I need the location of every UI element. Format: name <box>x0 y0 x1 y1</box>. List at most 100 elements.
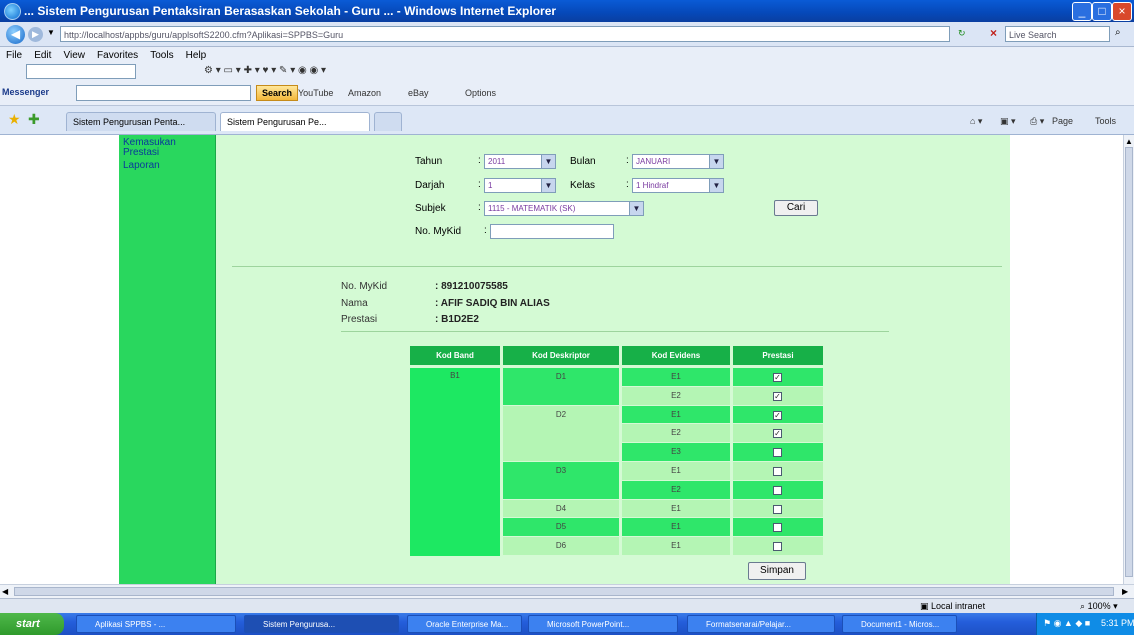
toolbar-link-ebay[interactable]: eBay <box>408 88 429 98</box>
menu-favorites[interactable]: Favorites <box>97 50 138 61</box>
prestasi-table: B1 D1 D2 D3 D4 D5 D6 E1 ✓ E2 ✓ E1 ✓ E2 ✓ E3 E1 E2 E1 E1 E1 <box>216 135 1010 584</box>
toolbar-search-input[interactable] <box>26 64 136 79</box>
prestasi-checkbox[interactable] <box>773 467 782 476</box>
prestasi-checkbox[interactable] <box>773 542 782 552</box>
tab-2[interactable]: Sistem Pengurusan Pe... <box>220 112 370 131</box>
main-panel: Tahun : 2011 ▼ Bulan : JANUARI ▼ Darjah : … <box>216 135 1010 584</box>
prestasi-checkbox[interactable] <box>773 485 782 495</box>
toolbar-link-amazon[interactable]: Amazon <box>348 88 381 98</box>
taskbar-item[interactable]: Aplikasi SPPBS - ... <box>76 615 236 633</box>
prestasi-checkbox[interactable]: ✓ <box>773 391 782 401</box>
toolbar-search-button[interactable]: Search <box>256 85 299 101</box>
horizontal-scrollbar[interactable]: ◀ ▶ <box>0 584 1134 599</box>
taskbar-item[interactable]: Microsoft PowerPoint... <box>528 615 678 633</box>
clock: 5:31 PM <box>1101 618 1134 628</box>
menu-edit[interactable]: Edit <box>34 50 51 61</box>
close-button[interactable]: × <box>1112 2 1132 21</box>
history-dropdown-icon[interactable]: ▼ <box>47 28 55 37</box>
taskbar-item[interactable]: Oracle Enterprise Ma... <box>407 615 522 633</box>
taskbar: start ⚑ ◉ ▲ ◆ ■ 5:31 PM Aplikasi SPPBS -… <box>0 613 1134 635</box>
evidens-cell: E1 <box>622 499 730 518</box>
intranet-icon: ▣ <box>920 601 929 611</box>
links-toolbar: Messenger Search YouTube Amazon eBay Opt… <box>0 81 1134 106</box>
refresh-icon[interactable]: ↻ <box>958 28 966 39</box>
prestasi-cell <box>733 480 823 499</box>
scroll-left-icon[interactable]: ◀ <box>2 587 8 596</box>
favorites-star-icon[interactable]: ★ <box>8 111 21 128</box>
vertical-scrollbar[interactable]: ▲ <box>1123 135 1134 584</box>
prestasi-checkbox[interactable] <box>773 448 782 458</box>
band-cell: B1 <box>410 368 500 556</box>
tools-menu[interactable]: Tools <box>1095 116 1116 126</box>
toolbar-icons[interactable]: ⚙ ▾ ▭ ▾ ✚ ▾ ♥ ▾ ✎ ▾ ◉ ◉ ▾ <box>204 65 326 76</box>
hscroll-thumb[interactable] <box>14 587 1114 596</box>
google-toolbar: ⚙ ▾ ▭ ▾ ✚ ▾ ♥ ▾ ✎ ▾ ◉ ◉ ▾ <box>0 63 1134 81</box>
menu-view[interactable]: View <box>63 50 85 61</box>
prestasi-checkbox[interactable]: ✓ <box>773 429 782 439</box>
start-button[interactable]: start <box>0 613 64 635</box>
prestasi-checkbox[interactable]: ✓ <box>773 410 782 420</box>
sidebar-item-laporan[interactable]: Laporan <box>123 161 213 171</box>
deskriptor-cell: D4 <box>503 499 619 518</box>
print-icon[interactable]: ⎙ ▾ <box>1030 116 1044 127</box>
prestasi-cell <box>733 499 823 518</box>
tray-icons[interactable]: ⚑ ◉ ▲ ◆ ■ <box>1043 618 1090 629</box>
taskbar-item[interactable]: Document1 - Micros... <box>842 615 957 633</box>
toolbar2-search-input[interactable] <box>76 85 251 101</box>
system-tray: ⚑ ◉ ▲ ◆ ■ 5:31 PM <box>1036 613 1134 635</box>
search-icon[interactable]: ⌕ <box>1115 27 1121 38</box>
new-tab-button[interactable] <box>374 112 402 131</box>
zoom-level[interactable]: ⌕ 100% ▾ <box>1080 601 1118 612</box>
evidens-cell: E1 <box>622 518 730 537</box>
home-icon[interactable]: ⌂ ▾ <box>970 116 982 127</box>
menu-file[interactable]: File <box>6 50 22 61</box>
deskriptor-cell: D2 <box>503 405 619 461</box>
sidebar: Kemasukan Prestasi Laporan <box>119 135 216 584</box>
prestasi-cell: ✓ <box>733 405 823 424</box>
evidens-cell: E2 <box>622 386 730 405</box>
scroll-right-icon[interactable]: ▶ <box>1122 587 1128 596</box>
toolbar-options[interactable]: Options <box>465 88 496 98</box>
deskriptor-cell: D1 <box>503 368 619 405</box>
taskbar-item[interactable]: Formatsenarai/Pelajar... <box>687 615 835 633</box>
deskriptor-cell: D5 <box>503 518 619 537</box>
window-titlebar[interactable]: ... Sistem Pengurusan Pentaksiran Berasa… <box>0 0 1134 22</box>
prestasi-cell: ✓ <box>733 424 823 443</box>
tab-1[interactable]: Sistem Pengurusan Penta... <box>66 112 216 131</box>
prestasi-checkbox[interactable] <box>773 504 782 514</box>
forward-button[interactable]: ▶ <box>28 27 43 42</box>
page-menu[interactable]: Page <box>1052 116 1073 126</box>
prestasi-cell <box>733 537 823 555</box>
scroll-thumb[interactable] <box>1125 147 1133 577</box>
zone-indicator: ▣ Local intranet <box>920 601 986 611</box>
toolbar-link-youtube[interactable]: YouTube <box>298 88 333 98</box>
prestasi-cell: ✓ <box>733 386 823 405</box>
add-favorites-icon[interactable]: ✚ <box>28 111 40 128</box>
zoom-icon: ⌕ <box>1080 601 1086 611</box>
simpan-button[interactable]: Simpan <box>748 562 806 580</box>
scroll-up-icon[interactable]: ▲ <box>1125 137 1133 146</box>
evidens-cell: E2 <box>622 480 730 499</box>
maximize-button[interactable]: □ <box>1092 2 1112 21</box>
stop-icon[interactable]: × <box>990 26 997 40</box>
menu-help[interactable]: Help <box>186 50 207 61</box>
search-input[interactable]: Live Search <box>1005 26 1110 42</box>
menu-tools[interactable]: Tools <box>150 50 173 61</box>
prestasi-cell <box>733 462 823 480</box>
sidebar-item-kemasukan-prestasi[interactable]: Kemasukan Prestasi <box>123 138 213 158</box>
evidens-cell: E3 <box>622 443 730 461</box>
address-bar: ◀ ▶ ▼ http://localhost/appbs/guru/applso… <box>0 22 1134 47</box>
prestasi-cell <box>733 443 823 461</box>
page-content: Kemasukan Prestasi Laporan Tahun : 2011 ▼… <box>0 135 1123 584</box>
minimize-button[interactable]: _ <box>1072 2 1092 21</box>
menu-bar: File Edit View Favorites Tools Help <box>0 47 1134 63</box>
taskbar-item[interactable]: Sistem Pengurusa... <box>244 615 399 633</box>
back-button[interactable]: ◀ <box>6 25 25 44</box>
url-input[interactable]: http://localhost/appbs/guru/applsoftS220… <box>60 26 950 42</box>
evidens-cell: E2 <box>622 424 730 443</box>
prestasi-checkbox[interactable]: ✓ <box>773 373 782 382</box>
feeds-icon[interactable]: ▣ ▾ <box>1000 116 1016 127</box>
prestasi-checkbox[interactable] <box>773 523 782 533</box>
deskriptor-cell: D6 <box>503 537 619 555</box>
tab-bar: ★ ✚ Sistem Pengurusan Penta... Sistem Pe… <box>0 106 1134 135</box>
